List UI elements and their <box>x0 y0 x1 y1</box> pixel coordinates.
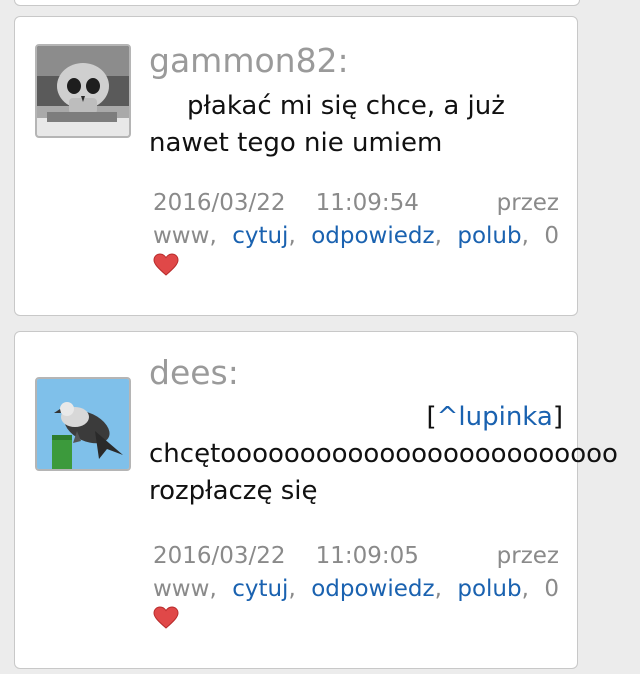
comment-text-line: chcętooooooooooooooooooooooooo <box>149 439 618 469</box>
comment-date: 2016/03/22 <box>153 543 286 569</box>
comment-card: dees: [^lupinka] chcętoooooooooooooooooo… <box>14 331 618 669</box>
comment-username[interactable]: dees: <box>149 353 239 392</box>
by-label: przez <box>496 190 559 216</box>
comment-text-content: płakać mi się chce, a już nawet tego nie… <box>149 91 505 158</box>
previous-comment-card <box>14 0 580 6</box>
heart-icon <box>153 606 179 640</box>
quote-link[interactable]: cytuj <box>232 223 288 249</box>
avatar[interactable] <box>35 44 131 138</box>
avatar[interactable] <box>35 377 131 471</box>
comment-date: 2016/03/22 <box>153 190 286 216</box>
comment-meta: 2016/03/22 11:09:05 przez www, cytuj, odp… <box>153 540 559 640</box>
comment-text: płakać mi się chce, a już nawet tego nie… <box>149 88 563 162</box>
skull-avatar-image <box>37 46 129 136</box>
like-link[interactable]: polub <box>457 223 521 249</box>
comment-source: www <box>153 576 210 602</box>
comment-text-line: rozpłaczę się <box>149 476 318 506</box>
comment-text: [^lupinka] chcętoooooooooooooooooooooooo… <box>149 399 618 510</box>
like-count: 0 <box>544 223 560 249</box>
quote-bracket-open: [ <box>426 402 437 432</box>
comment-source: www <box>153 223 210 249</box>
like-count: 0 <box>544 576 560 602</box>
comment-time: 11:09:54 <box>315 190 419 216</box>
reply-link[interactable]: odpowiedz <box>311 576 434 602</box>
bird-avatar-image <box>37 379 129 469</box>
quote-bracket-close: ] <box>552 402 563 432</box>
quote-link[interactable]: cytuj <box>232 576 288 602</box>
comment-meta: 2016/03/22 11:09:54 przez www, cytuj, odp… <box>153 187 559 287</box>
comment-username[interactable]: gammon82: <box>149 41 349 80</box>
comment-card: gammon82: płakać mi się chce, a już nawe… <box>14 16 578 316</box>
quote-ref-link[interactable]: ^lupinka <box>437 402 553 432</box>
quote-reference: [^lupinka] <box>149 399 563 436</box>
heart-icon <box>153 253 179 287</box>
by-label: przez <box>496 543 559 569</box>
like-link[interactable]: polub <box>457 576 521 602</box>
comment-time: 11:09:05 <box>315 543 419 569</box>
reply-link[interactable]: odpowiedz <box>311 223 434 249</box>
